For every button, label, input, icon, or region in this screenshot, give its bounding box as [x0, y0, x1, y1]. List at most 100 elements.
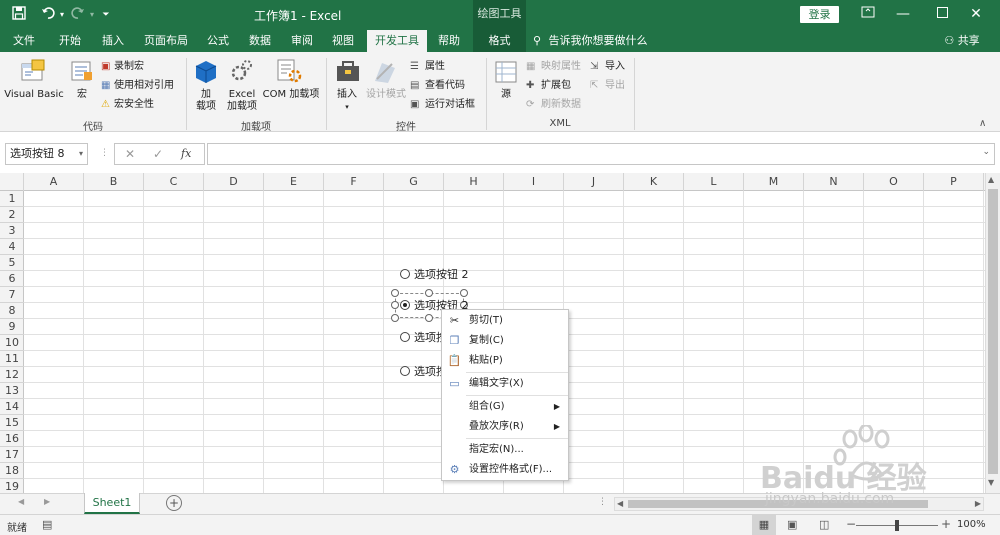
normal-view-icon[interactable]: ▦ — [752, 515, 776, 535]
insert-function-icon[interactable]: fx — [181, 147, 191, 160]
customize-icon[interactable]: ⏷ — [101, 6, 111, 24]
insert-control-label[interactable]: 插入 ▾ — [333, 89, 361, 113]
record-macro-button[interactable]: ▣ 录制宏 — [101, 59, 144, 75]
relative-reference-button[interactable]: ▦ 使用相对引用 — [101, 78, 174, 94]
sheet-tab[interactable]: Sheet1 — [84, 493, 140, 514]
tell-me-search[interactable]: ⚲ 告诉我你想要做什么 — [533, 30, 653, 52]
com-addins-icon[interactable] — [276, 58, 302, 84]
column-header[interactable]: G — [384, 173, 444, 191]
row-header[interactable]: 5 — [0, 255, 24, 271]
next-sheet-icon[interactable]: ▶ — [44, 497, 50, 506]
zoom-in-icon[interactable]: + — [941, 517, 951, 531]
close-icon[interactable]: ✕ — [966, 4, 986, 24]
column-header[interactable]: C — [144, 173, 204, 191]
resize-handle[interactable] — [425, 314, 433, 322]
tab-help[interactable]: 帮助 — [430, 30, 468, 52]
visual-basic-label[interactable]: Visual Basic — [4, 89, 64, 101]
excel-addins-label[interactable]: Excel 加载项 — [224, 89, 260, 113]
tab-file[interactable]: 文件 — [4, 30, 44, 52]
macro-label[interactable]: 宏 — [72, 89, 92, 101]
undo-icon[interactable] — [40, 6, 56, 24]
expansion-packs-button[interactable]: ✚ 扩展包 — [526, 78, 571, 94]
row-header[interactable]: 11 — [0, 351, 24, 367]
tab-view[interactable]: 视图 — [323, 30, 363, 52]
row-header[interactable]: 8 — [0, 303, 24, 319]
ribbon-display-options-icon[interactable] — [858, 4, 878, 24]
row-header[interactable]: 12 — [0, 367, 24, 383]
formula-input[interactable]: ⌄ — [207, 143, 995, 165]
column-header[interactable]: J — [564, 173, 624, 191]
row-header[interactable]: 19 — [0, 479, 24, 493]
row-header[interactable]: 7 — [0, 287, 24, 303]
option-button[interactable]: 选项按钮 2 — [400, 268, 469, 282]
row-header[interactable]: 9 — [0, 319, 24, 335]
tab-formulas[interactable]: 公式 — [198, 30, 238, 52]
menu-item-assign-macro[interactable]: 指定宏(N)... — [442, 440, 568, 460]
column-header[interactable]: P — [924, 173, 984, 191]
column-header[interactable]: A — [24, 173, 84, 191]
column-header[interactable]: O — [864, 173, 924, 191]
menu-item-paste[interactable]: 📋 粘贴(P) — [442, 351, 568, 371]
menu-item-edit-text[interactable]: ▭ 编辑文字(X) — [442, 374, 568, 394]
menu-item-copy[interactable]: ❐ 复制(C) — [442, 331, 568, 351]
undo-dropdown-icon[interactable]: ▾ — [57, 6, 67, 24]
row-header[interactable]: 6 — [0, 271, 24, 287]
xml-source-label[interactable]: 源 — [496, 89, 516, 101]
login-button[interactable]: 登录 — [800, 6, 839, 23]
row-header[interactable]: 4 — [0, 239, 24, 255]
resize-handle[interactable] — [391, 289, 399, 297]
macro-record-icon[interactable]: ▤ — [42, 518, 52, 531]
import-button[interactable]: ⇲ 导入 — [590, 59, 625, 75]
select-all-corner[interactable] — [0, 173, 24, 191]
expand-formula-icon[interactable]: ⌄ — [982, 147, 990, 157]
column-header[interactable]: H — [444, 173, 504, 191]
collapse-ribbon-icon[interactable]: ∧ — [979, 118, 993, 130]
option-button[interactable]: 选项按 — [400, 365, 447, 379]
row-header[interactable]: 16 — [0, 431, 24, 447]
row-header[interactable]: 15 — [0, 415, 24, 431]
zoom-level[interactable]: 100% — [957, 519, 986, 530]
row-header[interactable]: 17 — [0, 447, 24, 463]
run-dialog-button[interactable]: ▣ 运行对话框 — [410, 97, 475, 113]
column-header[interactable]: I — [504, 173, 564, 191]
tab-format[interactable]: 格式 — [473, 30, 526, 52]
column-header[interactable]: F — [324, 173, 384, 191]
option-button[interactable]: 选项按 — [400, 331, 447, 345]
menu-item-group[interactable]: 组合(G) ▶ — [442, 397, 568, 417]
column-header[interactable]: M — [744, 173, 804, 191]
scroll-up-icon[interactable]: ▲ — [988, 175, 994, 184]
prev-sheet-icon[interactable]: ◀ — [18, 497, 24, 506]
row-header[interactable]: 14 — [0, 399, 24, 415]
resize-handle[interactable] — [460, 289, 468, 297]
page-break-view-icon[interactable]: ◫ — [819, 518, 829, 531]
menu-item-order[interactable]: 叠放次序(R) ▶ — [442, 417, 568, 437]
tab-page-layout[interactable]: 页面布局 — [139, 30, 193, 52]
tab-home[interactable]: 开始 — [50, 30, 90, 52]
minimize-icon[interactable]: — — [893, 4, 913, 24]
new-sheet-icon[interactable]: + — [166, 495, 182, 511]
row-header[interactable]: 18 — [0, 463, 24, 479]
tab-insert[interactable]: 插入 — [93, 30, 133, 52]
resize-handle[interactable] — [391, 301, 399, 309]
maximize-icon[interactable] — [932, 4, 952, 24]
column-header[interactable]: B — [84, 173, 144, 191]
tab-developer[interactable]: 开发工具 — [367, 30, 427, 53]
zoom-slider-thumb[interactable] — [895, 520, 899, 531]
visual-basic-icon[interactable] — [20, 58, 46, 84]
resize-handle[interactable] — [391, 314, 399, 322]
row-header[interactable]: 3 — [0, 223, 24, 239]
save-icon[interactable] — [10, 6, 28, 24]
macro-security-button[interactable]: ⚠ 宏安全性 — [101, 97, 154, 113]
page-layout-view-icon[interactable]: ▣ — [787, 518, 797, 531]
zoom-out-icon[interactable]: − — [846, 517, 856, 531]
view-code-button[interactable]: ▤ 查看代码 — [410, 78, 465, 94]
tab-data[interactable]: 数据 — [240, 30, 280, 52]
name-box[interactable]: 选项按钮 8 ▾ — [5, 143, 88, 165]
column-header[interactable]: D — [204, 173, 264, 191]
menu-item-format-control[interactable]: ⚙ 设置控件格式(F)... — [442, 460, 568, 480]
scroll-left-icon[interactable]: ◀ — [617, 499, 623, 508]
properties-button[interactable]: ☰ 属性 — [410, 59, 445, 75]
column-header[interactable]: K — [624, 173, 684, 191]
toolbox-icon[interactable] — [335, 60, 361, 84]
name-box-dropdown-icon[interactable]: ▾ — [79, 144, 83, 164]
